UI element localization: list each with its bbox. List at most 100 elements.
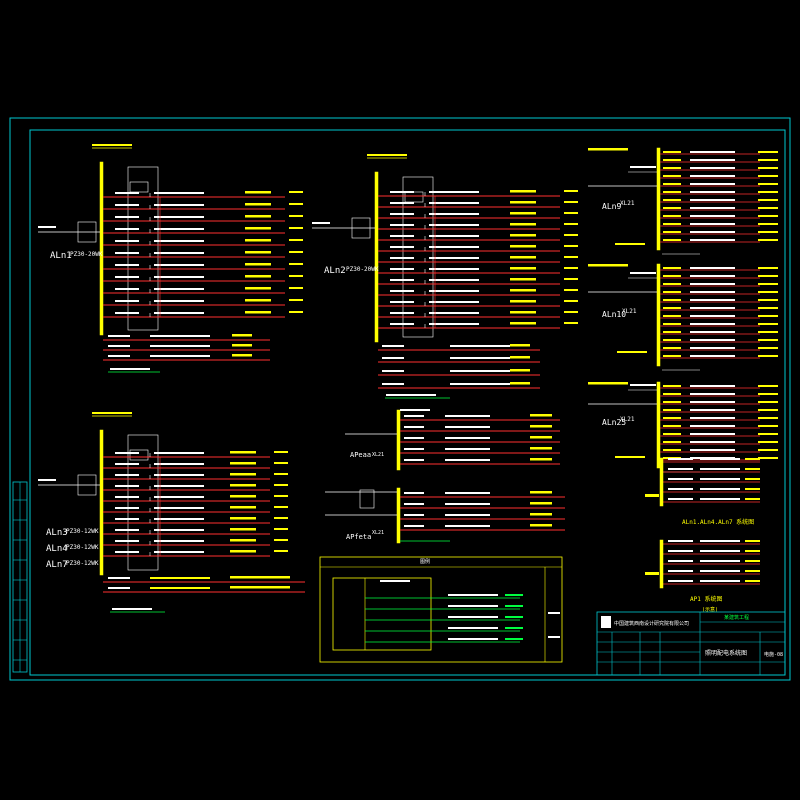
load-label	[245, 239, 271, 242]
load-label	[758, 299, 778, 301]
cable-label	[690, 183, 735, 185]
legend-value	[505, 638, 523, 640]
load-label	[758, 401, 778, 403]
series-title: ALn1.ALn4.ALn7 系统图	[682, 518, 754, 526]
load-power	[274, 484, 288, 486]
cable-label	[690, 151, 735, 153]
breaker-label	[115, 540, 139, 542]
load-label	[745, 468, 760, 470]
busbar	[99, 161, 104, 336]
breaker-label	[108, 345, 130, 347]
breaker-label	[404, 492, 424, 494]
load-power	[274, 550, 288, 552]
legend-value	[505, 616, 523, 618]
cable-label	[690, 385, 735, 387]
cable-label	[690, 339, 735, 341]
load-label	[758, 307, 778, 309]
breaker-label	[390, 191, 414, 193]
load-power	[564, 322, 578, 324]
breaker-label	[390, 224, 414, 226]
cable-label	[445, 514, 490, 516]
breaker-label	[668, 468, 693, 470]
cable-label	[445, 492, 490, 494]
cable-label	[150, 335, 210, 337]
load-label	[230, 517, 256, 520]
project-name: 某建筑工程	[724, 614, 749, 621]
breaker-label	[404, 426, 424, 428]
load-label	[230, 451, 256, 454]
load-label	[758, 207, 778, 209]
meter-label	[630, 272, 656, 274]
cable-label	[429, 268, 479, 270]
busbar	[659, 457, 664, 507]
cable-label	[690, 267, 735, 269]
load-label	[530, 414, 552, 417]
breaker-label	[404, 514, 424, 516]
breaker-label	[663, 183, 681, 185]
load-label	[230, 586, 290, 589]
breaker-label	[663, 315, 681, 317]
load-power	[289, 251, 303, 253]
breaker-label	[663, 331, 681, 333]
busbar	[659, 539, 664, 589]
breaker-label	[390, 279, 414, 281]
load-label	[230, 484, 256, 487]
cable-label	[445, 437, 490, 439]
cable-label	[690, 307, 735, 309]
load-power	[564, 311, 578, 313]
busbar	[656, 147, 661, 251]
load-label	[758, 339, 778, 341]
breaker-label	[663, 299, 681, 301]
sheet-number: 电施-08	[764, 651, 783, 658]
cable-label	[700, 560, 740, 562]
load-label	[758, 283, 778, 285]
load-label	[510, 322, 536, 325]
cable-label	[429, 279, 479, 281]
cable-label	[690, 323, 735, 325]
cable-label	[690, 441, 735, 443]
breaker-label	[663, 401, 681, 403]
breaker-label	[668, 580, 693, 582]
load-label	[245, 227, 271, 230]
aln9-tag: ALn9	[602, 202, 621, 211]
cable-label	[690, 299, 735, 301]
load-label	[510, 256, 536, 259]
load-label	[232, 354, 252, 357]
load-label	[510, 382, 530, 385]
load-label	[245, 251, 271, 254]
load-label	[230, 539, 256, 542]
breaker-label	[668, 570, 693, 572]
breaker-label	[663, 159, 681, 161]
breaker-label	[663, 347, 681, 349]
cable-label	[429, 246, 479, 248]
load-label	[245, 299, 271, 302]
cable-label	[690, 283, 735, 285]
load-power	[564, 245, 578, 247]
breaker-label	[390, 246, 414, 248]
cable-label	[690, 401, 735, 403]
load-label	[510, 300, 536, 303]
load-label	[245, 263, 271, 266]
cable-label	[154, 551, 204, 553]
breaker-label	[115, 288, 139, 290]
cable-label	[445, 448, 490, 450]
load-label	[510, 201, 536, 204]
load-label	[230, 506, 256, 509]
breaker-label	[390, 213, 414, 215]
cable-label	[154, 288, 204, 290]
aln3-rating: PZ30-12WK	[66, 528, 99, 535]
load-power	[289, 287, 303, 289]
load-label	[510, 344, 530, 347]
cable-label	[445, 525, 490, 527]
busbar	[396, 409, 401, 471]
breaker-label	[115, 507, 139, 509]
legend-text	[448, 605, 498, 607]
breaker-label	[663, 275, 681, 277]
cable-label	[150, 587, 210, 589]
cable-label	[154, 264, 204, 266]
breaker-label	[115, 496, 139, 498]
cable-label	[150, 577, 210, 579]
cable-label	[690, 433, 735, 435]
load-label	[530, 447, 552, 450]
pe-label	[112, 608, 152, 610]
